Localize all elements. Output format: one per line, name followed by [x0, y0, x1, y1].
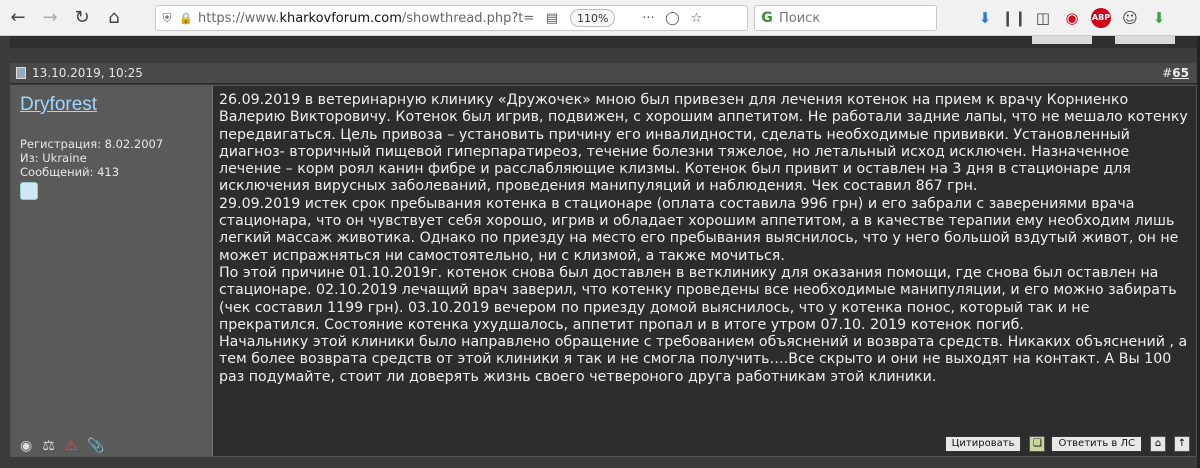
home-icon[interactable]: ⌂: [100, 4, 128, 32]
search-field[interactable]: G Поиск: [754, 5, 937, 31]
bookmark-star-icon[interactable]: ☆: [685, 11, 707, 26]
zoom-level[interactable]: 110%: [570, 9, 616, 27]
username-link[interactable]: Dryforest: [20, 94, 97, 116]
reputation-scales-icon[interactable]: ⚖: [42, 438, 55, 454]
post-date: 13.10.2019, 10:25: [32, 66, 143, 80]
account-icon[interactable]: ☺: [1117, 5, 1143, 31]
search-engine-icon[interactable]: G: [755, 10, 779, 26]
post-paragraph: 26.09.2019 в ветеринарную клинику «Дружо…: [219, 92, 1188, 195]
adblock-icon[interactable]: ABP: [1088, 5, 1114, 31]
top-strip-button[interactable]: [1115, 36, 1175, 44]
more-icon[interactable]: ···: [637, 11, 659, 26]
post-paragraph: По этой причине 01.10.2019г. котенок сно…: [219, 264, 1177, 333]
top-strip-button[interactable]: [1032, 36, 1092, 44]
lock-icon[interactable]: 🔒: [178, 12, 194, 25]
download-icon[interactable]: ⬇: [972, 5, 998, 31]
reply-pm-button[interactable]: Ответить в ЛС: [1051, 436, 1142, 452]
attachment-icon[interactable]: 📎: [87, 438, 104, 454]
user-location: Из: Ukraine: [20, 151, 87, 165]
pocket-icon[interactable]: ◯: [661, 11, 683, 26]
top-strip: [10, 36, 1197, 48]
user-avatar-icon[interactable]: [20, 182, 38, 200]
thanks-icon[interactable]: ↑: [1174, 436, 1190, 452]
multiquote-icon[interactable]: ❏: [1029, 436, 1046, 452]
post-number-prefix: #: [1162, 66, 1173, 80]
forward-icon[interactable]: →: [36, 4, 64, 32]
post-paragraph: 29.09.2019 истек срок пребывания котенка…: [219, 195, 1179, 264]
post: Dryforest Регистрация: 8.02.2007 Из: Ukr…: [10, 85, 1197, 457]
home-post-icon[interactable]: ⌂: [1150, 436, 1166, 452]
back-icon[interactable]: ←: [4, 4, 32, 32]
post-number[interactable]: #65: [1162, 66, 1189, 80]
online-status-icon[interactable]: ◉: [20, 438, 32, 454]
pinterest-icon[interactable]: ◉: [1059, 5, 1085, 31]
adblock-label: ABP: [1091, 8, 1111, 28]
browser-toolbar: ← → ↻ ⌂ ⛨ 🔒 https://www.kharkovforum.com…: [0, 0, 1200, 36]
user-info-column: Dryforest Регистрация: 8.02.2007 Из: Ukr…: [11, 86, 213, 456]
quote-button[interactable]: Цитировать: [944, 436, 1022, 452]
user-messages: Сообщений: 413: [20, 165, 120, 179]
post-paragraph: Начальнику этой клиники было направлено …: [219, 334, 1188, 385]
post-number-link[interactable]: 65: [1172, 66, 1189, 80]
url-domain: kharkovforum.com: [279, 10, 402, 26]
post-message: 26.09.2019 в ветеринарную клинику «Дружо…: [219, 92, 1194, 386]
addon-icon[interactable]: ⬇: [1146, 5, 1172, 31]
url-path: /showthread.php?t=49: [401, 10, 534, 26]
post-content: 26.09.2019 в ветеринарную клинику «Дружо…: [214, 86, 1196, 456]
url-text[interactable]: https://www.kharkovforum.com/showthread.…: [194, 11, 534, 26]
report-warning-icon[interactable]: ⚠: [65, 438, 78, 454]
url-bar[interactable]: ⛨ 🔒 https://www.kharkovforum.com/showthr…: [155, 5, 748, 31]
user-details: Регистрация: 8.02.2007 Из: Ukraine Сообщ…: [20, 137, 163, 179]
user-tools: ◉ ⚖ ⚠ 📎: [20, 438, 115, 454]
sidebar-icon[interactable]: ◫: [1030, 5, 1056, 31]
shield-icon[interactable]: ⛨: [156, 11, 178, 26]
reload-icon[interactable]: ↻: [68, 4, 96, 32]
library-icon[interactable]: ❙❙: [1001, 5, 1027, 31]
post-header: 13.10.2019, 10:25 #65: [10, 63, 1197, 84]
toolbar-icons: ⬇ ❙❙ ◫ ◉ ABP ☺ ⬇: [972, 5, 1175, 31]
search-placeholder: Поиск: [779, 10, 821, 26]
post-actions: Цитировать ❏ Ответить в ЛС ⌂ ↑: [939, 436, 1190, 452]
url-prefix: https://www.: [198, 10, 280, 26]
user-registration: Регистрация: 8.02.2007: [20, 137, 164, 151]
post-doc-icon: [16, 67, 26, 79]
forum-area: 13.10.2019, 10:25 #65 Dryforest Регистра…: [0, 36, 1200, 468]
reader-icon[interactable]: ▤: [540, 11, 564, 26]
